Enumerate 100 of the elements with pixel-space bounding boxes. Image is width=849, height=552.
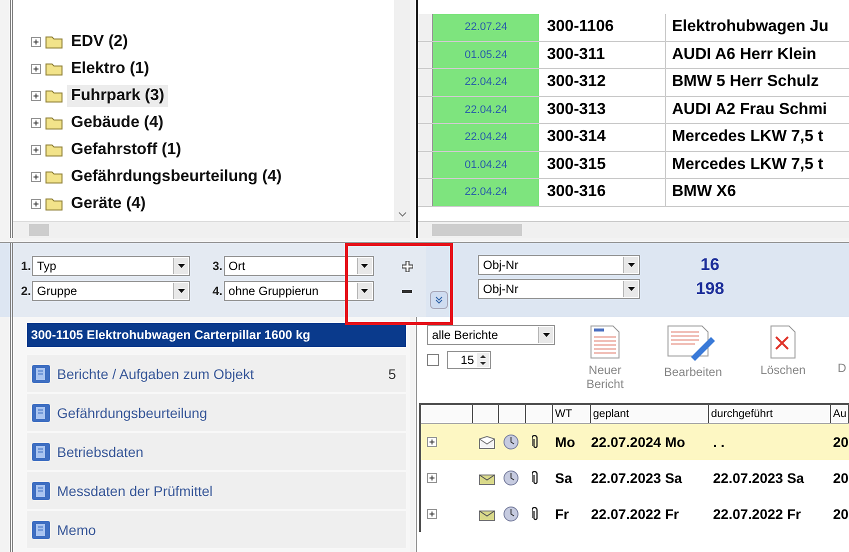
column-header[interactable]: WT — [553, 405, 591, 423]
book-icon — [31, 402, 51, 422]
report-filter-dropdown[interactable]: alle Berichte — [427, 325, 555, 345]
table-cell: 300-316 — [539, 179, 666, 206]
sort-dropdown[interactable]: Obj-Nr — [478, 279, 640, 299]
table-cell-text: Elektrohubwagen Ju — [671, 17, 830, 38]
table-cell-text: 20 — [832, 434, 849, 450]
table-cell-text: 22.07.2024 Mo — [591, 434, 686, 450]
date-cell: 01.05.24 — [433, 42, 539, 68]
folder-icon — [45, 34, 63, 48]
table-cell-text: Sa — [554, 470, 574, 486]
folder-icon — [45, 142, 63, 156]
report-row[interactable]: Mo 22.07.2024 Mo . . 20 — [421, 424, 849, 460]
expand-icon[interactable] — [427, 437, 437, 447]
folder-icon — [45, 62, 63, 76]
grouping-dropdown[interactable]: Gruppe — [32, 281, 190, 301]
table-cell: 300-311 — [539, 42, 666, 68]
book-icon — [31, 480, 51, 500]
table-cell: 300-314 — [539, 124, 666, 150]
field-index: 2. — [21, 284, 32, 298]
book-icon — [31, 520, 51, 540]
expand-icon[interactable] — [31, 64, 41, 74]
tree-item[interactable]: Gefahrstoff (1) — [67, 138, 186, 160]
table-cell-text: 22.07.2022 Fr — [712, 506, 802, 522]
folder-icon — [45, 170, 63, 184]
date-cell: 22.04.24 — [433, 96, 539, 123]
date-cell: 22.04.24 — [433, 124, 539, 150]
expand-icon[interactable] — [31, 118, 41, 128]
tree-item[interactable]: Fuhrpark (3) — [67, 84, 168, 106]
limit-checkbox[interactable] — [427, 354, 439, 366]
expand-icon[interactable] — [31, 198, 41, 208]
grouping-dropdown[interactable]: Typ — [32, 256, 190, 276]
grouping-dropdown[interactable]: ohne Gruppierun — [224, 281, 374, 301]
tree-item[interactable]: Elektro (1) — [67, 58, 154, 80]
nav-item[interactable]: Messdaten der Prüfmittel — [27, 472, 406, 509]
expand-icon[interactable] — [31, 36, 41, 46]
table-cell: 300-315 — [539, 152, 666, 178]
paperclip-icon — [532, 507, 539, 521]
date-cell: 22.07.24 — [433, 14, 539, 40]
table-cell-text: Mercedes LKW 7,5 t — [671, 127, 824, 148]
table-cell-text: Mo — [554, 434, 576, 450]
table-cell-text: 22.07.2023 Sa — [591, 470, 684, 486]
vertical-scrollbar[interactable] — [394, 0, 410, 221]
limit-spinner[interactable]: 15 — [447, 351, 491, 369]
clock-icon — [503, 506, 519, 522]
sort-dropdown[interactable]: Obj-Nr — [478, 255, 640, 275]
expand-icon[interactable] — [427, 473, 437, 483]
tree-item[interactable]: Geräte (4) — [67, 192, 150, 214]
field-index: 4. — [212, 284, 223, 298]
column-header[interactable]: durchgeführt — [709, 405, 831, 423]
tree-item[interactable]: Gebäude (4) — [67, 112, 168, 134]
expand-button[interactable] — [430, 291, 448, 309]
tree-item[interactable]: EDV (2) — [67, 30, 132, 52]
table-cell-text: 22.07.2022 Fr — [591, 506, 680, 522]
expand-icon[interactable] — [31, 144, 41, 154]
column-header[interactable]: geplant — [591, 405, 709, 423]
clock-icon — [503, 470, 519, 486]
object-title: 300-1105 Elektrohubwagen Carterpillar 1600 kg — [27, 323, 406, 347]
table-cell-text: BMW 5 Herr Schulz — [671, 72, 820, 92]
delete-document-icon — [770, 325, 796, 359]
expand-icon[interactable] — [427, 509, 437, 519]
expand-icon[interactable] — [31, 172, 41, 182]
plus-icon — [402, 260, 412, 272]
book-icon — [31, 442, 51, 462]
table-cell-text: 22.07.2023 Sa — [712, 470, 806, 486]
table-cell-text: AUDI A2 Frau Schmi — [671, 100, 828, 120]
table-cell-text: . . — [712, 434, 726, 450]
record-count: 16 — [700, 255, 720, 275]
double-chevron-icon — [435, 296, 443, 304]
paperclip-icon — [532, 471, 539, 485]
table-cell-text: 20 — [832, 506, 849, 522]
book-icon — [31, 364, 51, 384]
date-cell: 22.04.24 — [433, 69, 539, 96]
nav-item[interactable]: Berichte / Aufgaben zum Objekt 5 — [27, 355, 406, 392]
table-cell-text: BMW X6 — [671, 182, 737, 202]
minus-icon — [402, 290, 412, 292]
table-cell-text: Mercedes LKW 7,5 t — [671, 154, 824, 175]
date-cell: 01.04.24 — [433, 152, 539, 178]
table-cell: 300-312 — [539, 69, 666, 96]
folder-icon — [45, 88, 63, 102]
date-cell: 22.04.24 — [433, 179, 539, 206]
clock-icon — [503, 434, 519, 450]
table-cell-text: 20 — [832, 470, 849, 486]
horizontal-scrollbar[interactable] — [418, 221, 849, 238]
tree-item[interactable]: Gefährdungsbeurteilung (4) — [67, 166, 286, 188]
column-header[interactable]: Au — [831, 405, 849, 423]
grouping-dropdown[interactable]: Ort — [224, 256, 374, 276]
table-cell: 300-1106 — [539, 14, 666, 40]
nav-item[interactable]: Memo — [27, 511, 406, 548]
folder-icon — [45, 196, 63, 210]
table-cell-text: Fr — [554, 506, 570, 522]
nav-item[interactable]: Gefährdungsbeurteilung — [27, 394, 406, 431]
field-index: 1. — [21, 259, 32, 273]
table-cell: 300-313 — [539, 96, 666, 123]
nav-item[interactable]: Betriebsdaten — [27, 433, 406, 470]
table-cell-text: AUDI A6 Herr Klein — [671, 44, 818, 65]
field-index: 3. — [212, 259, 223, 273]
spin-arrows-icon — [477, 353, 489, 367]
expand-icon[interactable] — [31, 90, 41, 100]
record-count: 198 — [694, 279, 726, 299]
